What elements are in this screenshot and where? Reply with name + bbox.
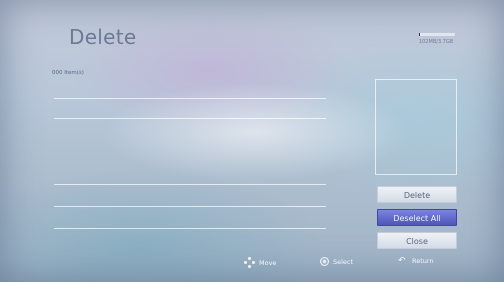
capacity-bar bbox=[419, 33, 455, 36]
list-row-divider bbox=[54, 118, 326, 119]
move-arrows-icon bbox=[244, 257, 255, 268]
footer-return-label: Return bbox=[412, 257, 434, 265]
item-count: 000 Item(s) bbox=[52, 70, 84, 76]
list-row-divider bbox=[54, 228, 326, 229]
footer-move-hint: Move bbox=[244, 257, 276, 268]
delete-button[interactable]: Delete bbox=[377, 186, 457, 203]
capacity-indicator: 102MB/3.7GB bbox=[419, 33, 455, 45]
return-arrow-icon: ↶ bbox=[398, 256, 406, 266]
footer-select-hint: Select bbox=[320, 257, 353, 266]
page-title: Delete bbox=[69, 25, 137, 49]
select-circle-icon bbox=[320, 257, 329, 266]
footer-return-hint: ↶ Return bbox=[398, 256, 434, 266]
list-row-divider bbox=[54, 98, 326, 99]
footer-move-label: Move bbox=[259, 258, 277, 267]
footer-select-label: Select bbox=[333, 257, 354, 266]
preview-thumbnail bbox=[375, 79, 457, 175]
close-button[interactable]: Close bbox=[377, 232, 457, 249]
capacity-bar-fill bbox=[419, 33, 421, 36]
list-row-divider bbox=[54, 184, 326, 185]
deselect-all-button[interactable]: Deselect All bbox=[377, 209, 457, 226]
list-row-divider bbox=[54, 206, 326, 207]
capacity-text: 102MB/3.7GB bbox=[419, 39, 454, 45]
